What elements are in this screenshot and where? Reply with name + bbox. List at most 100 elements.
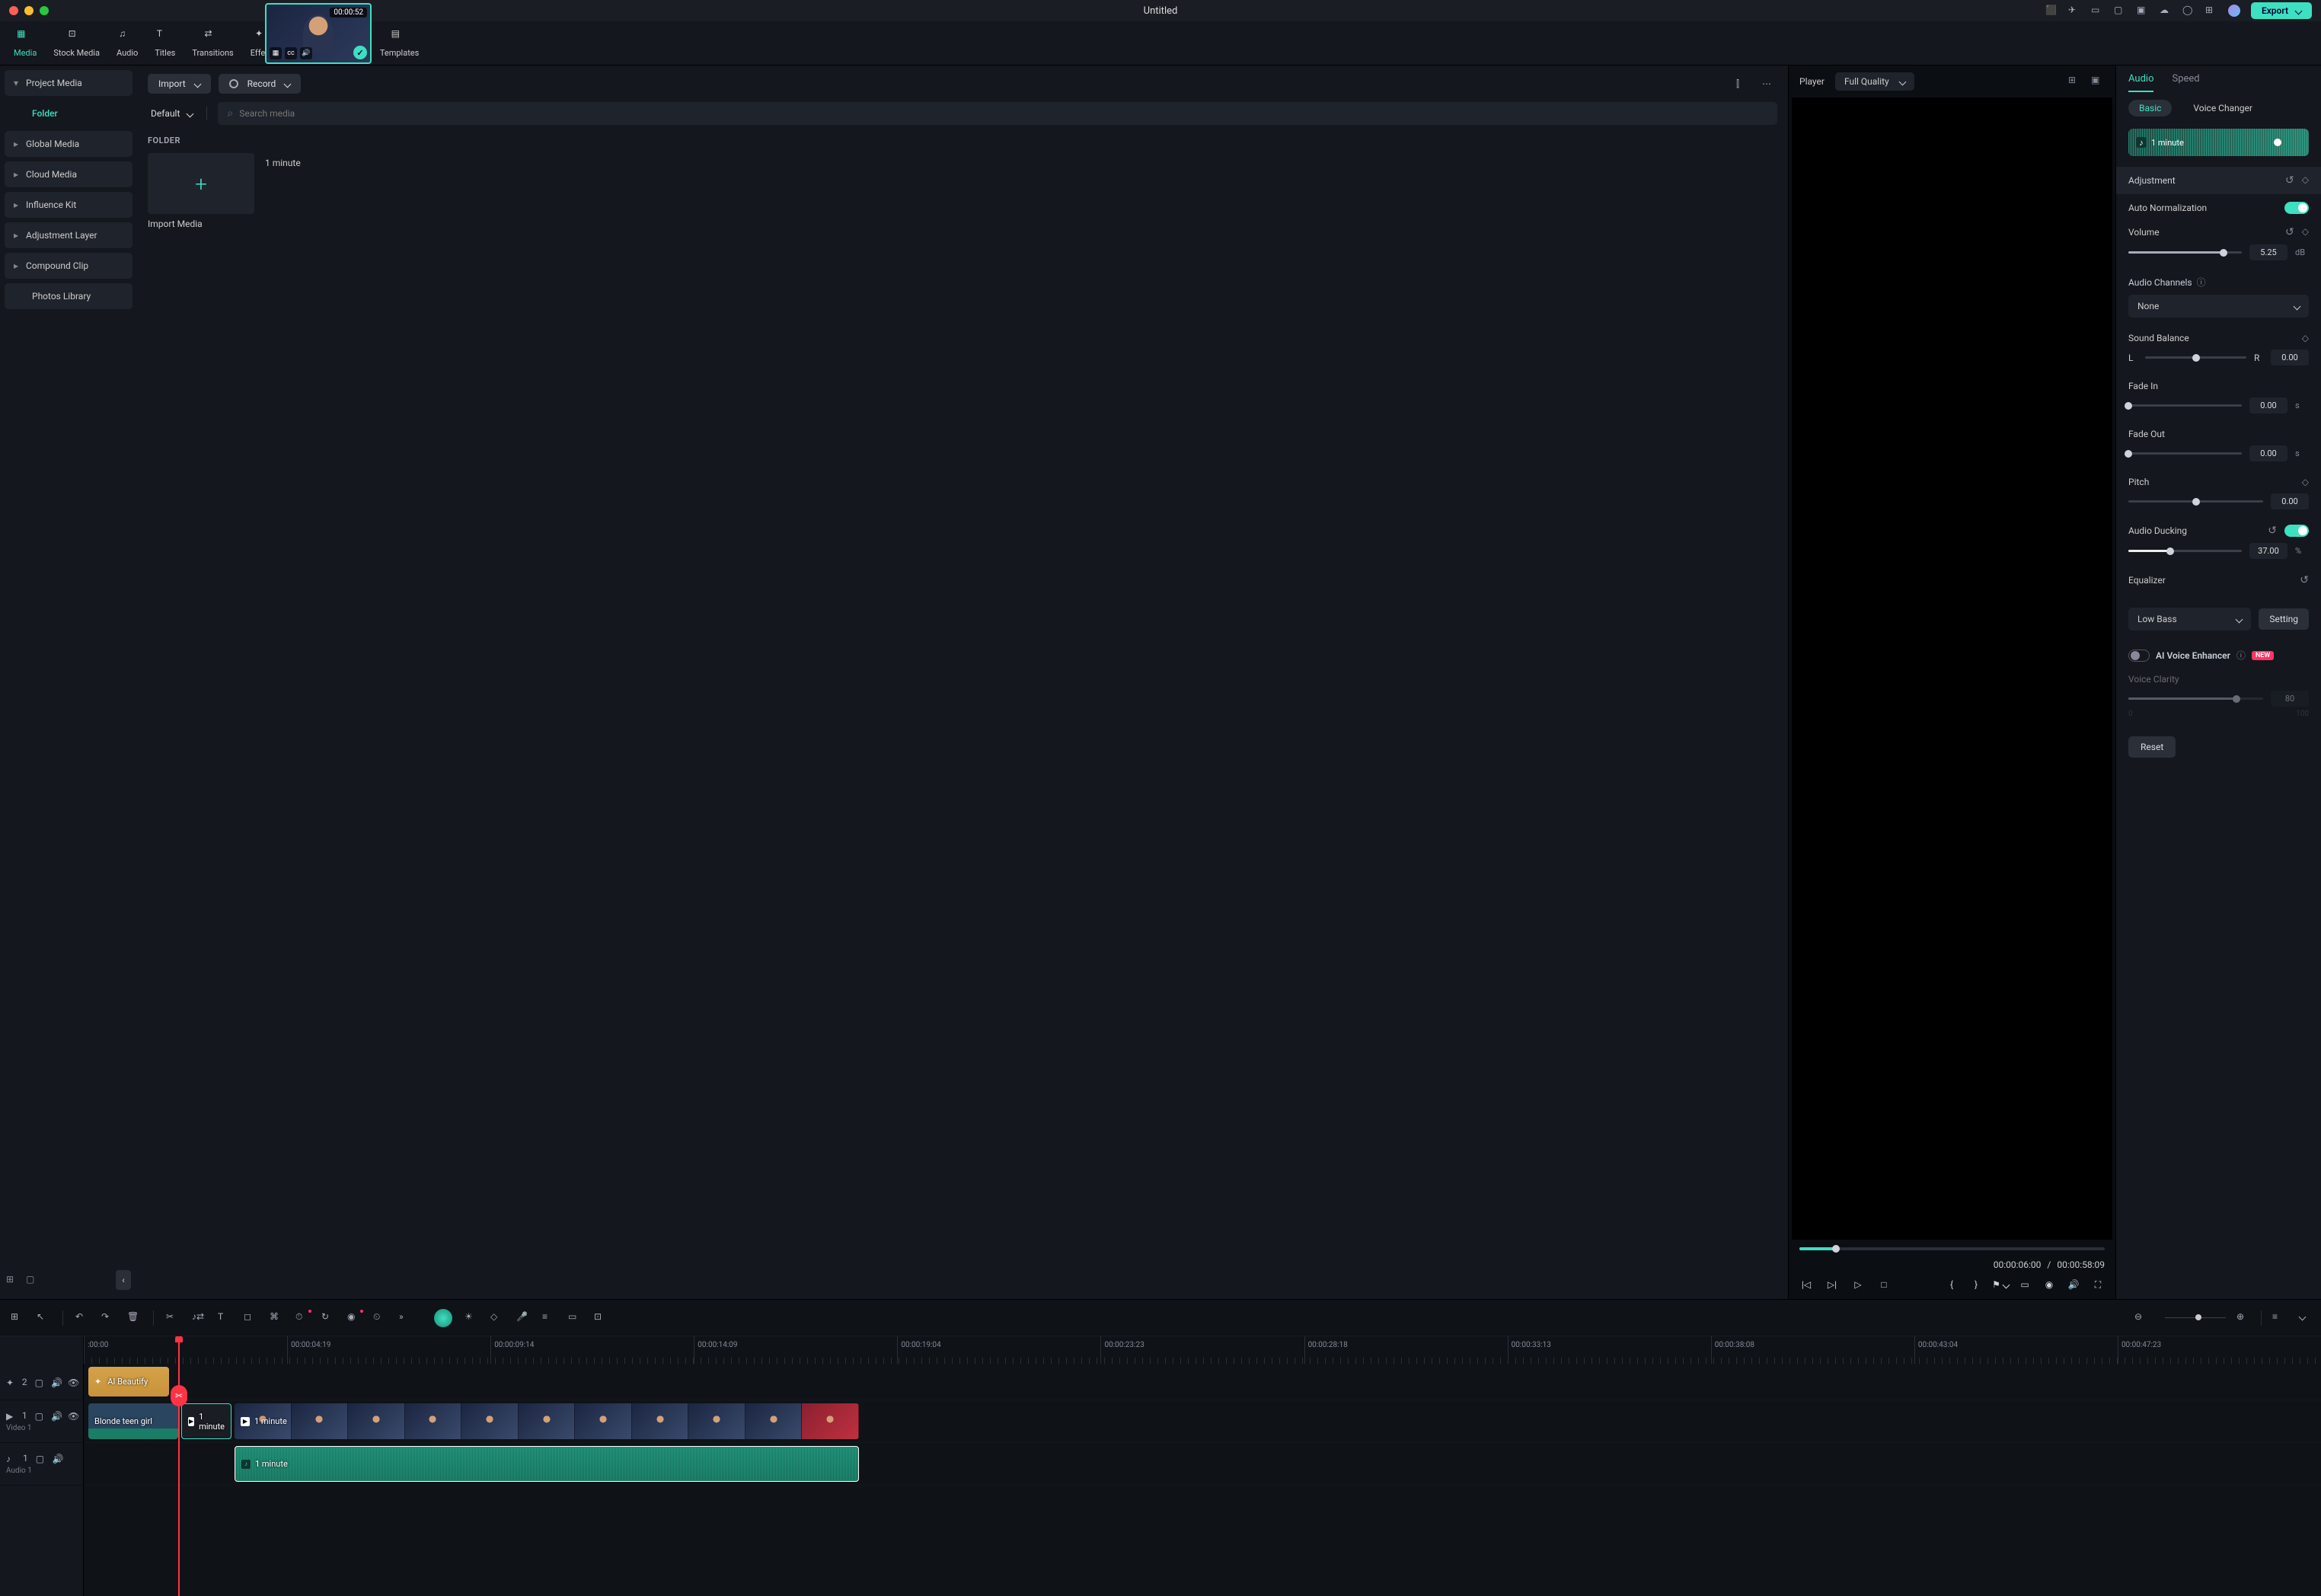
balance-value[interactable]: 0.00 [2271, 350, 2309, 365]
image-compare-icon[interactable]: ▣ [2091, 75, 2105, 88]
text-icon[interactable]: T [218, 1311, 231, 1325]
redo-button[interactable]: ↷ [101, 1311, 115, 1325]
mixer-icon[interactable]: ≡ [542, 1311, 556, 1325]
reset-button[interactable]: Reset [2128, 736, 2176, 758]
scissors-icon[interactable]: ✂ [171, 1385, 187, 1406]
equalizer-select[interactable]: Low Bass [2128, 608, 2251, 630]
timeline-ruler[interactable]: :00:0000:00:04:1900:00:09:1400:00:14:090… [84, 1336, 2321, 1364]
tab-titles[interactable]: TTitles [155, 28, 175, 58]
collapse-sidebar-button[interactable]: ‹ [116, 1270, 131, 1290]
image-icon[interactable]: ▣ [2137, 5, 2149, 17]
ducking-toggle[interactable] [2284, 525, 2309, 537]
scrubber-knob[interactable] [1832, 1245, 1840, 1253]
sidebar-item-compound-clip[interactable]: ▸Compound Clip [5, 253, 132, 279]
audio-clip-preview[interactable]: ♪1 minute [2128, 129, 2309, 156]
tab-audio[interactable]: ♫Audio [117, 28, 138, 58]
minimize-window[interactable] [24, 6, 34, 15]
display-icon[interactable]: ▢ [2114, 5, 2126, 17]
track-head-audio[interactable]: ♪1▢🔊 Audio 1 [0, 1443, 83, 1486]
pitch-value[interactable]: 0.00 [2271, 493, 2309, 509]
pitch-slider[interactable] [2128, 500, 2263, 503]
mic-icon[interactable]: 🎤 [516, 1311, 530, 1325]
crop-icon[interactable]: ◻ [244, 1311, 257, 1325]
ai-assistant-button[interactable] [434, 1309, 452, 1327]
mark-in-button[interactable]: { [1945, 1278, 1959, 1291]
sidebar-item-global-media[interactable]: ▸Global Media [5, 131, 132, 157]
close-window[interactable] [9, 6, 18, 15]
split-button[interactable]: ✂ [166, 1311, 180, 1325]
export-button[interactable]: Export [2251, 2, 2312, 19]
tab-audio-inspector[interactable]: Audio [2128, 73, 2153, 92]
timer-icon[interactable]: ⏲ [373, 1311, 387, 1325]
help-icon[interactable]: ⓘ [2236, 649, 2246, 662]
volume-value[interactable]: 5.25 [2249, 244, 2287, 260]
mark-out-button[interactable]: } [1969, 1278, 1983, 1291]
search-box[interactable] [218, 102, 1777, 125]
new-folder-icon[interactable]: ⊞ [6, 1274, 18, 1286]
filter-icon[interactable]: ⫿ [1727, 73, 1748, 94]
sidebar-item-influence-kit[interactable]: ▸Influence Kit [5, 192, 132, 218]
timeline-options[interactable] [2297, 1311, 2310, 1325]
sidebar-item-photos-library[interactable]: Photos Library [5, 283, 132, 309]
sidebar-item-project-media[interactable]: ▾Project Media [5, 70, 132, 96]
volume-icon[interactable]: 🔊 [2067, 1278, 2080, 1291]
undo-button[interactable]: ↶ [75, 1311, 89, 1325]
grid-view-icon[interactable]: ⊞ [2068, 75, 2082, 88]
subtab-voice-changer[interactable]: Voice Changer [2182, 100, 2263, 117]
send-icon[interactable]: ✈ [2068, 5, 2080, 17]
zoom-in-button[interactable]: ⊕ [2236, 1311, 2250, 1325]
maximize-window[interactable] [40, 6, 49, 15]
zoom-out-button[interactable]: ⊖ [2134, 1311, 2148, 1325]
marker-dropdown[interactable]: ⚑ [1994, 1278, 2007, 1291]
mute-icon[interactable]: 🔊 [51, 1377, 60, 1387]
screen-icon[interactable]: ▭ [2018, 1278, 2032, 1291]
motion-icon[interactable]: ◉ [347, 1311, 361, 1325]
ducking-slider[interactable] [2128, 550, 2242, 552]
tab-stock-media[interactable]: ⊡Stock Media [53, 28, 100, 58]
player-scrubber[interactable] [1799, 1247, 2105, 1250]
reset-icon[interactable] [2285, 174, 2294, 187]
reset-icon[interactable] [2300, 574, 2309, 586]
shield-icon[interactable]: ◇ [490, 1311, 504, 1325]
color-icon[interactable]: ☀ [465, 1311, 478, 1325]
zoom-slider[interactable] [2165, 1317, 2226, 1319]
add-media-thumb[interactable]: + [148, 153, 254, 214]
track-head-effect[interactable]: ✦2▢🔊👁 [0, 1364, 83, 1400]
track-video[interactable]: Blonde teen girl ▶1 minute ▶1 minute [84, 1400, 2321, 1443]
preview-knob[interactable] [2274, 139, 2281, 146]
reset-icon[interactable] [2285, 226, 2294, 238]
apps-icon[interactable]: ⊞ [2205, 5, 2217, 17]
giftbox-icon[interactable]: ⬛ [2045, 5, 2058, 17]
media-card-clip[interactable]: 00:00:52 ▦ cc 🔊 ✓ 1 minute [265, 153, 372, 229]
clip-video-1[interactable]: Blonde teen girl [88, 1403, 178, 1439]
link-icon[interactable]: ⌘ [270, 1311, 283, 1325]
reset-icon[interactable] [2268, 525, 2277, 537]
tab-speed-inspector[interactable]: Speed [2172, 73, 2199, 92]
eye-icon[interactable]: 👁 [68, 1377, 77, 1387]
mute-icon[interactable]: 🔊 [53, 1454, 62, 1463]
eye-icon[interactable]: 👁 [68, 1411, 77, 1420]
step-back-button[interactable]: |◁ [1799, 1278, 1813, 1291]
fade-out-slider[interactable] [2128, 452, 2242, 455]
volume-slider[interactable] [2128, 251, 2242, 254]
layout-icon[interactable]: ⊞ [11, 1311, 24, 1325]
sidebar-item-folder[interactable]: Folder [5, 101, 132, 126]
audio-sync-icon[interactable]: ♪⇄ [192, 1311, 206, 1325]
ducking-value[interactable]: 37.00 [2249, 543, 2287, 559]
fade-in-slider[interactable] [2128, 404, 2242, 407]
screen-icon[interactable]: ▭ [2091, 5, 2103, 17]
more-icon[interactable]: ⋯ [1756, 73, 1777, 94]
record-dropdown[interactable]: Record [219, 74, 302, 94]
equalizer-setting-button[interactable]: Setting [2259, 608, 2309, 630]
reverse-icon[interactable]: ↻ [321, 1311, 335, 1325]
clip-ai-beautify[interactable]: AI Beautify [88, 1367, 169, 1396]
stop-button[interactable]: □ [1877, 1278, 1891, 1291]
search-input[interactable] [239, 108, 1768, 119]
playhead[interactable]: ✂ [178, 1336, 180, 1596]
clip-video-3[interactable]: ▶1 minute [235, 1403, 859, 1439]
keyframe-icon[interactable] [2302, 174, 2309, 187]
sort-dropdown[interactable]: Default [148, 104, 196, 123]
keyframe-icon[interactable] [2302, 333, 2309, 343]
keyframe-icon[interactable] [2302, 226, 2309, 238]
tab-transitions[interactable]: ⇄Transitions [192, 28, 233, 58]
